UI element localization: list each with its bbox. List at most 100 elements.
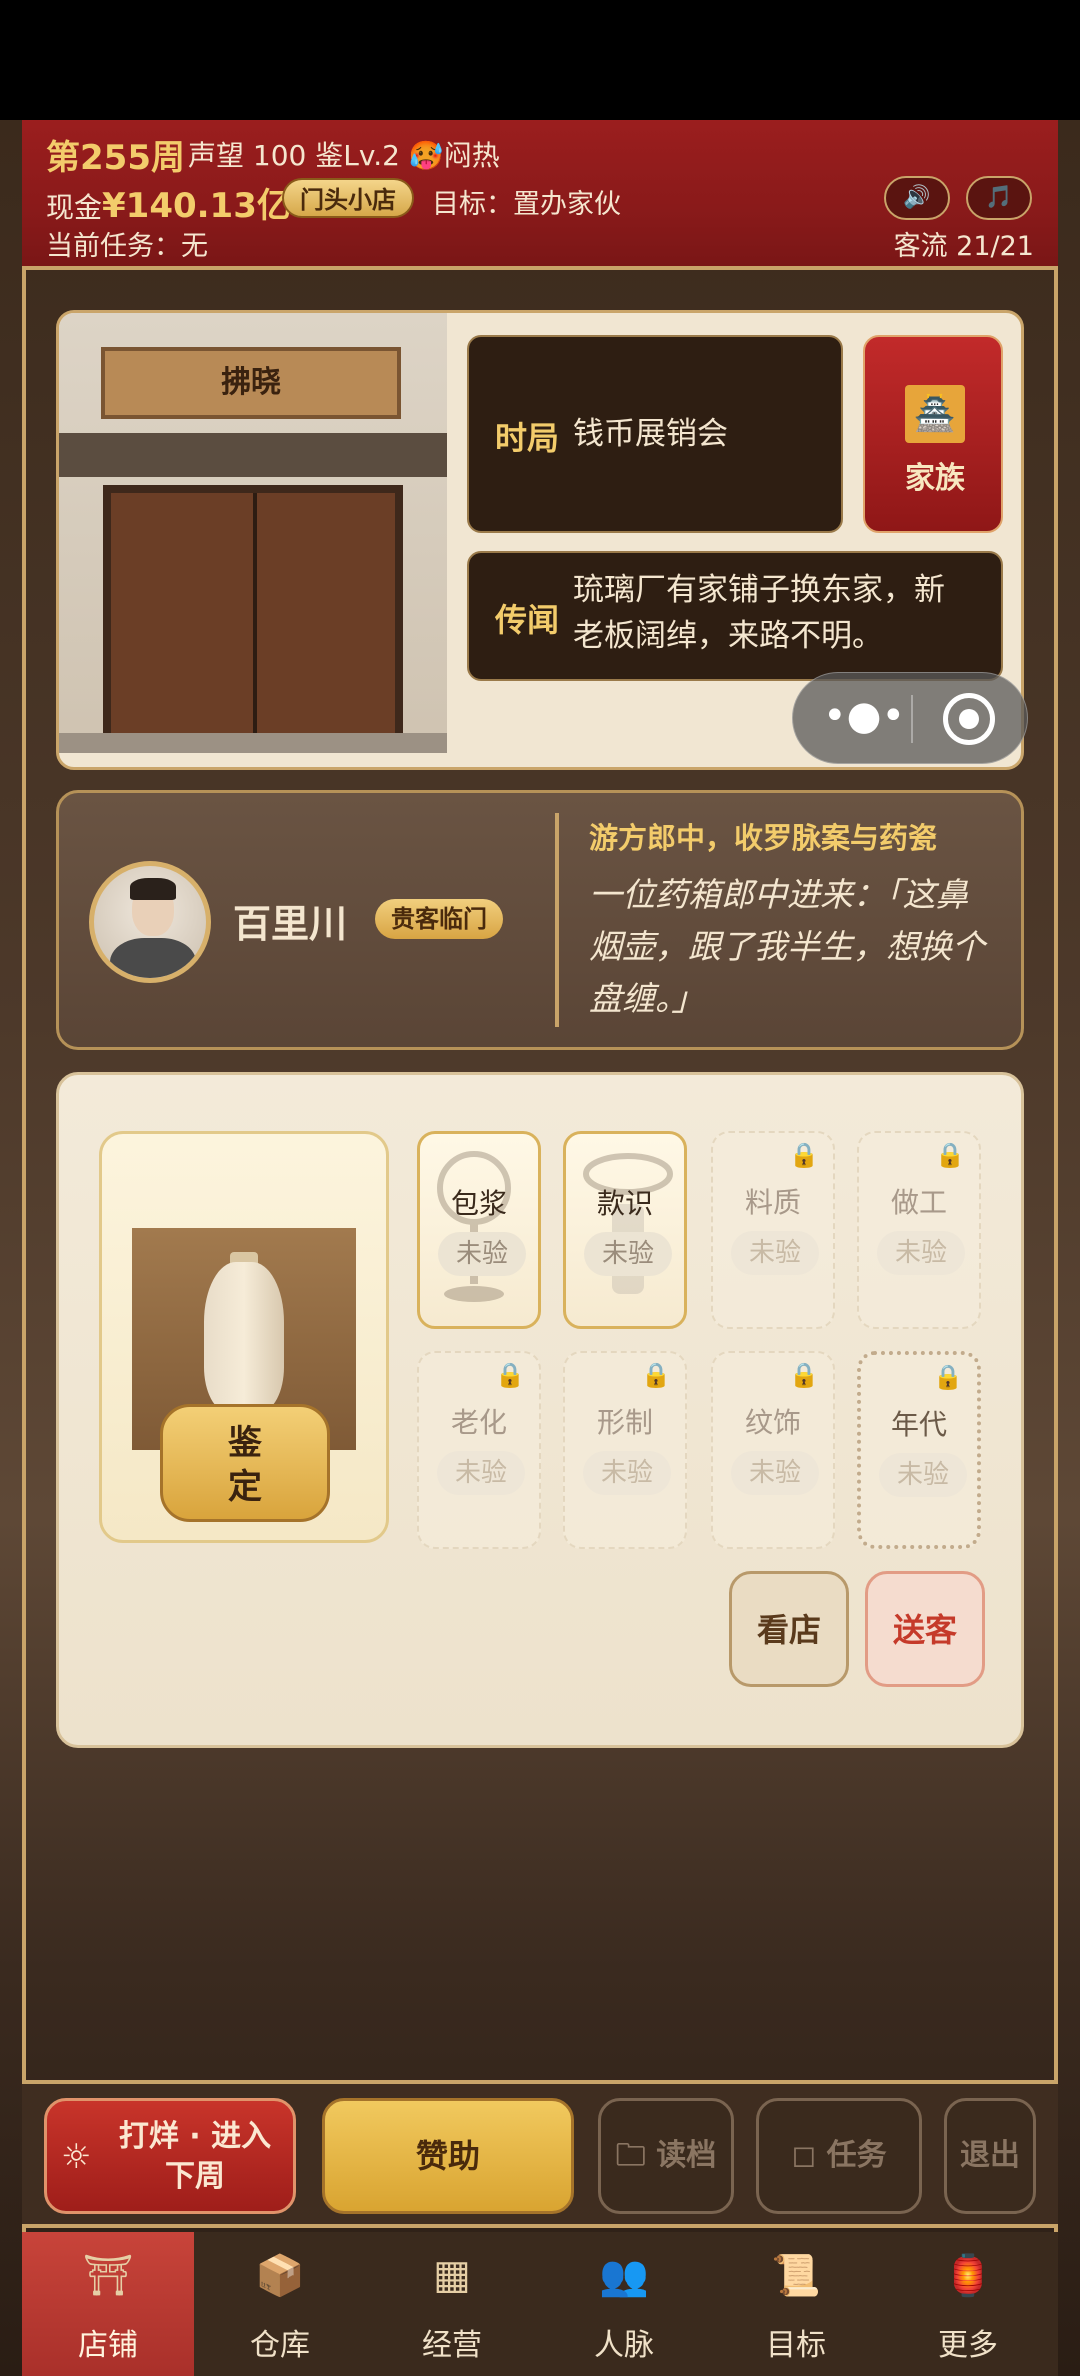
task-button[interactable]: ◻ 任务 — [756, 2098, 922, 2214]
cash-label: 现金 — [46, 191, 103, 224]
tab-label: 仓库 — [250, 2328, 310, 2363]
slot-status: 未验 — [583, 1451, 671, 1495]
next-week-label: 打烊 · 进入下周 — [118, 2119, 272, 2194]
slot-status: 未验 — [437, 1451, 525, 1495]
frame-border-left — [22, 120, 26, 2376]
slot-pattern[interactable]: 🔒 纹饰 未验 — [711, 1351, 835, 1549]
appraisal-card: 鉴 定 包浆 未验 款识 未验 🔒 料质 未验 🔒 做工 未验 🔒 老化 未验 … — [56, 1072, 1024, 1748]
more-icon: 🏮 — [943, 2253, 993, 2299]
situation-text: 钱币展销会 — [573, 416, 728, 452]
lock-icon: 🔒 — [495, 1361, 525, 1389]
lock-icon: 🔒 — [789, 1361, 819, 1389]
bottle — [204, 1262, 284, 1412]
customer-avatar — [89, 861, 211, 983]
folder-icon: 🗀 — [615, 2138, 657, 2173]
situation-label: 时局 — [495, 419, 560, 457]
tab-label: 经营 — [422, 2328, 482, 2363]
cash-display: 现金¥140.13亿 — [46, 178, 291, 227]
speaker-icon: 🔊 — [903, 185, 931, 210]
lock-icon: 🔒 — [935, 1141, 965, 1169]
item-display: 鉴 定 — [99, 1131, 389, 1543]
customer-title: 游方郎中，收罗脉案与药瓷 — [589, 821, 938, 855]
reputation-stats: 声望 100 鉴Lv.2 🥵闷热 — [188, 139, 500, 172]
sponsor-button[interactable]: 赞助 — [322, 2098, 574, 2214]
slot-status: 未验 — [584, 1232, 672, 1276]
tab-label: 更多 — [938, 2328, 998, 2363]
lock-icon: 🔒 — [933, 1363, 963, 1391]
slot-name: 形制 — [596, 1406, 653, 1439]
slot-inscription[interactable]: 款识 未验 — [563, 1131, 687, 1329]
goal-text: 目标：置办家伙 — [432, 189, 621, 220]
people-icon: 👥 — [599, 2253, 649, 2299]
slot-name: 款识 — [596, 1187, 653, 1220]
look-shop-button[interactable]: 看店 — [729, 1571, 849, 1687]
week-counter: 第255周 — [46, 138, 185, 178]
action-bar: ☼ 打烊 · 进入下周 赞助 🗀 读档 ◻ 任务 退出 — [22, 2080, 1058, 2228]
family-button[interactable]: 🏯 家族 — [863, 335, 1003, 533]
miniprogram-capsule[interactable]: •●• — [792, 672, 1028, 764]
slot-era[interactable]: 🔒 年代 未验 — [857, 1351, 981, 1549]
music-button[interactable]: 🎵 — [966, 176, 1032, 220]
exit-button[interactable]: 退出 — [944, 2098, 1036, 2214]
slot-status: 未验 — [731, 1231, 819, 1275]
task-label: 任务 — [826, 2138, 887, 2173]
sound-button[interactable]: 🔊 — [884, 176, 950, 220]
rumor-text: 琉璃厂有家铺子换东家，新老板阔绰，来路不明。 — [573, 572, 945, 654]
abacus-icon: ▦ — [433, 2252, 471, 2298]
vip-badge: 贵客临门 — [375, 899, 503, 939]
tab-more[interactable]: 🏮 更多 — [882, 2232, 1054, 2376]
more-dots-icon[interactable]: •●• — [823, 673, 905, 765]
scroll-icon: 📜 — [771, 2253, 821, 2299]
slot-name: 做工 — [890, 1186, 947, 1219]
slot-status: 未验 — [879, 1453, 967, 1497]
situation-box: 时局 钱币展销会 — [467, 335, 843, 533]
tab-network[interactable]: 👥 人脉 — [538, 2232, 710, 2376]
shop-sign: 拂晓 — [101, 347, 401, 419]
current-task: 当前任务：无 — [46, 231, 208, 262]
tab-shop[interactable]: ⛩ 店铺 — [22, 2232, 194, 2376]
customer-divider — [555, 813, 559, 1027]
slot-name: 料质 — [744, 1186, 801, 1219]
shop-level-badge: 门头小店 — [282, 178, 414, 218]
slot-material[interactable]: 🔒 料质 未验 — [711, 1131, 835, 1329]
family-label: 家族 — [905, 461, 965, 496]
avatar-body — [110, 938, 196, 978]
send-off-button[interactable]: 送客 — [865, 1571, 985, 1687]
shop-icon: ⛩ — [82, 2253, 134, 2299]
status-header: 第255周 声望 100 鉴Lv.2 🥵闷热 现金¥140.13亿 门头小店 目… — [22, 120, 1058, 270]
slot-name: 纹饰 — [744, 1406, 801, 1439]
load-save-button[interactable]: 🗀 读档 — [598, 2098, 734, 2214]
cash-value: ¥140.13亿 — [102, 186, 291, 226]
task-icon: ◻ — [791, 2138, 827, 2173]
slot-name: 包浆 — [450, 1187, 507, 1220]
loupe-icon — [583, 1153, 673, 1294]
slot-aging[interactable]: 🔒 老化 未验 — [417, 1351, 541, 1549]
slot-form[interactable]: 🔒 形制 未验 — [563, 1351, 687, 1549]
lock-icon: 🔒 — [789, 1141, 819, 1169]
slot-patina[interactable]: 包浆 未验 — [417, 1131, 541, 1329]
shop-step — [59, 733, 447, 753]
tab-goals[interactable]: 📜 目标 — [710, 2232, 882, 2376]
warehouse-icon: 📦 — [255, 2253, 305, 2299]
slot-name: 年代 — [890, 1408, 947, 1441]
tab-warehouse[interactable]: 📦 仓库 — [194, 2232, 366, 2376]
shop-roof — [59, 433, 447, 477]
slot-status: 未验 — [731, 1451, 819, 1495]
close-shop-next-week-button[interactable]: ☼ 打烊 · 进入下周 — [44, 2098, 296, 2214]
slot-craft[interactable]: 🔒 做工 未验 — [857, 1131, 981, 1329]
tab-operations[interactable]: ▦ 经营 — [366, 2232, 538, 2376]
tab-label: 店铺 — [78, 2328, 138, 2363]
magnifier-icon — [437, 1151, 511, 1302]
customer-card: 百里川 贵客临门 游方郎中，收罗脉案与药瓷 一位药箱郎中进来：「这鼻烟壶，跟了我… — [56, 790, 1024, 1050]
frame-border-right — [1054, 120, 1058, 2376]
slot-status: 未验 — [438, 1232, 526, 1276]
slot-status: 未验 — [877, 1231, 965, 1275]
lock-icon: 🔒 — [641, 1361, 671, 1389]
bottom-tab-bar: ⛩ 店铺 📦 仓库 ▦ 经营 👥 人脉 📜 目标 🏮 更多 — [22, 2232, 1058, 2376]
capsule-divider — [911, 695, 913, 743]
close-target-icon[interactable] — [943, 693, 995, 745]
appraise-button[interactable]: 鉴 定 — [160, 1404, 330, 1522]
music-note-icon: 🎵 — [985, 185, 1013, 210]
slot-name: 老化 — [450, 1406, 507, 1439]
sun-icon: ☼ — [61, 2137, 92, 2177]
